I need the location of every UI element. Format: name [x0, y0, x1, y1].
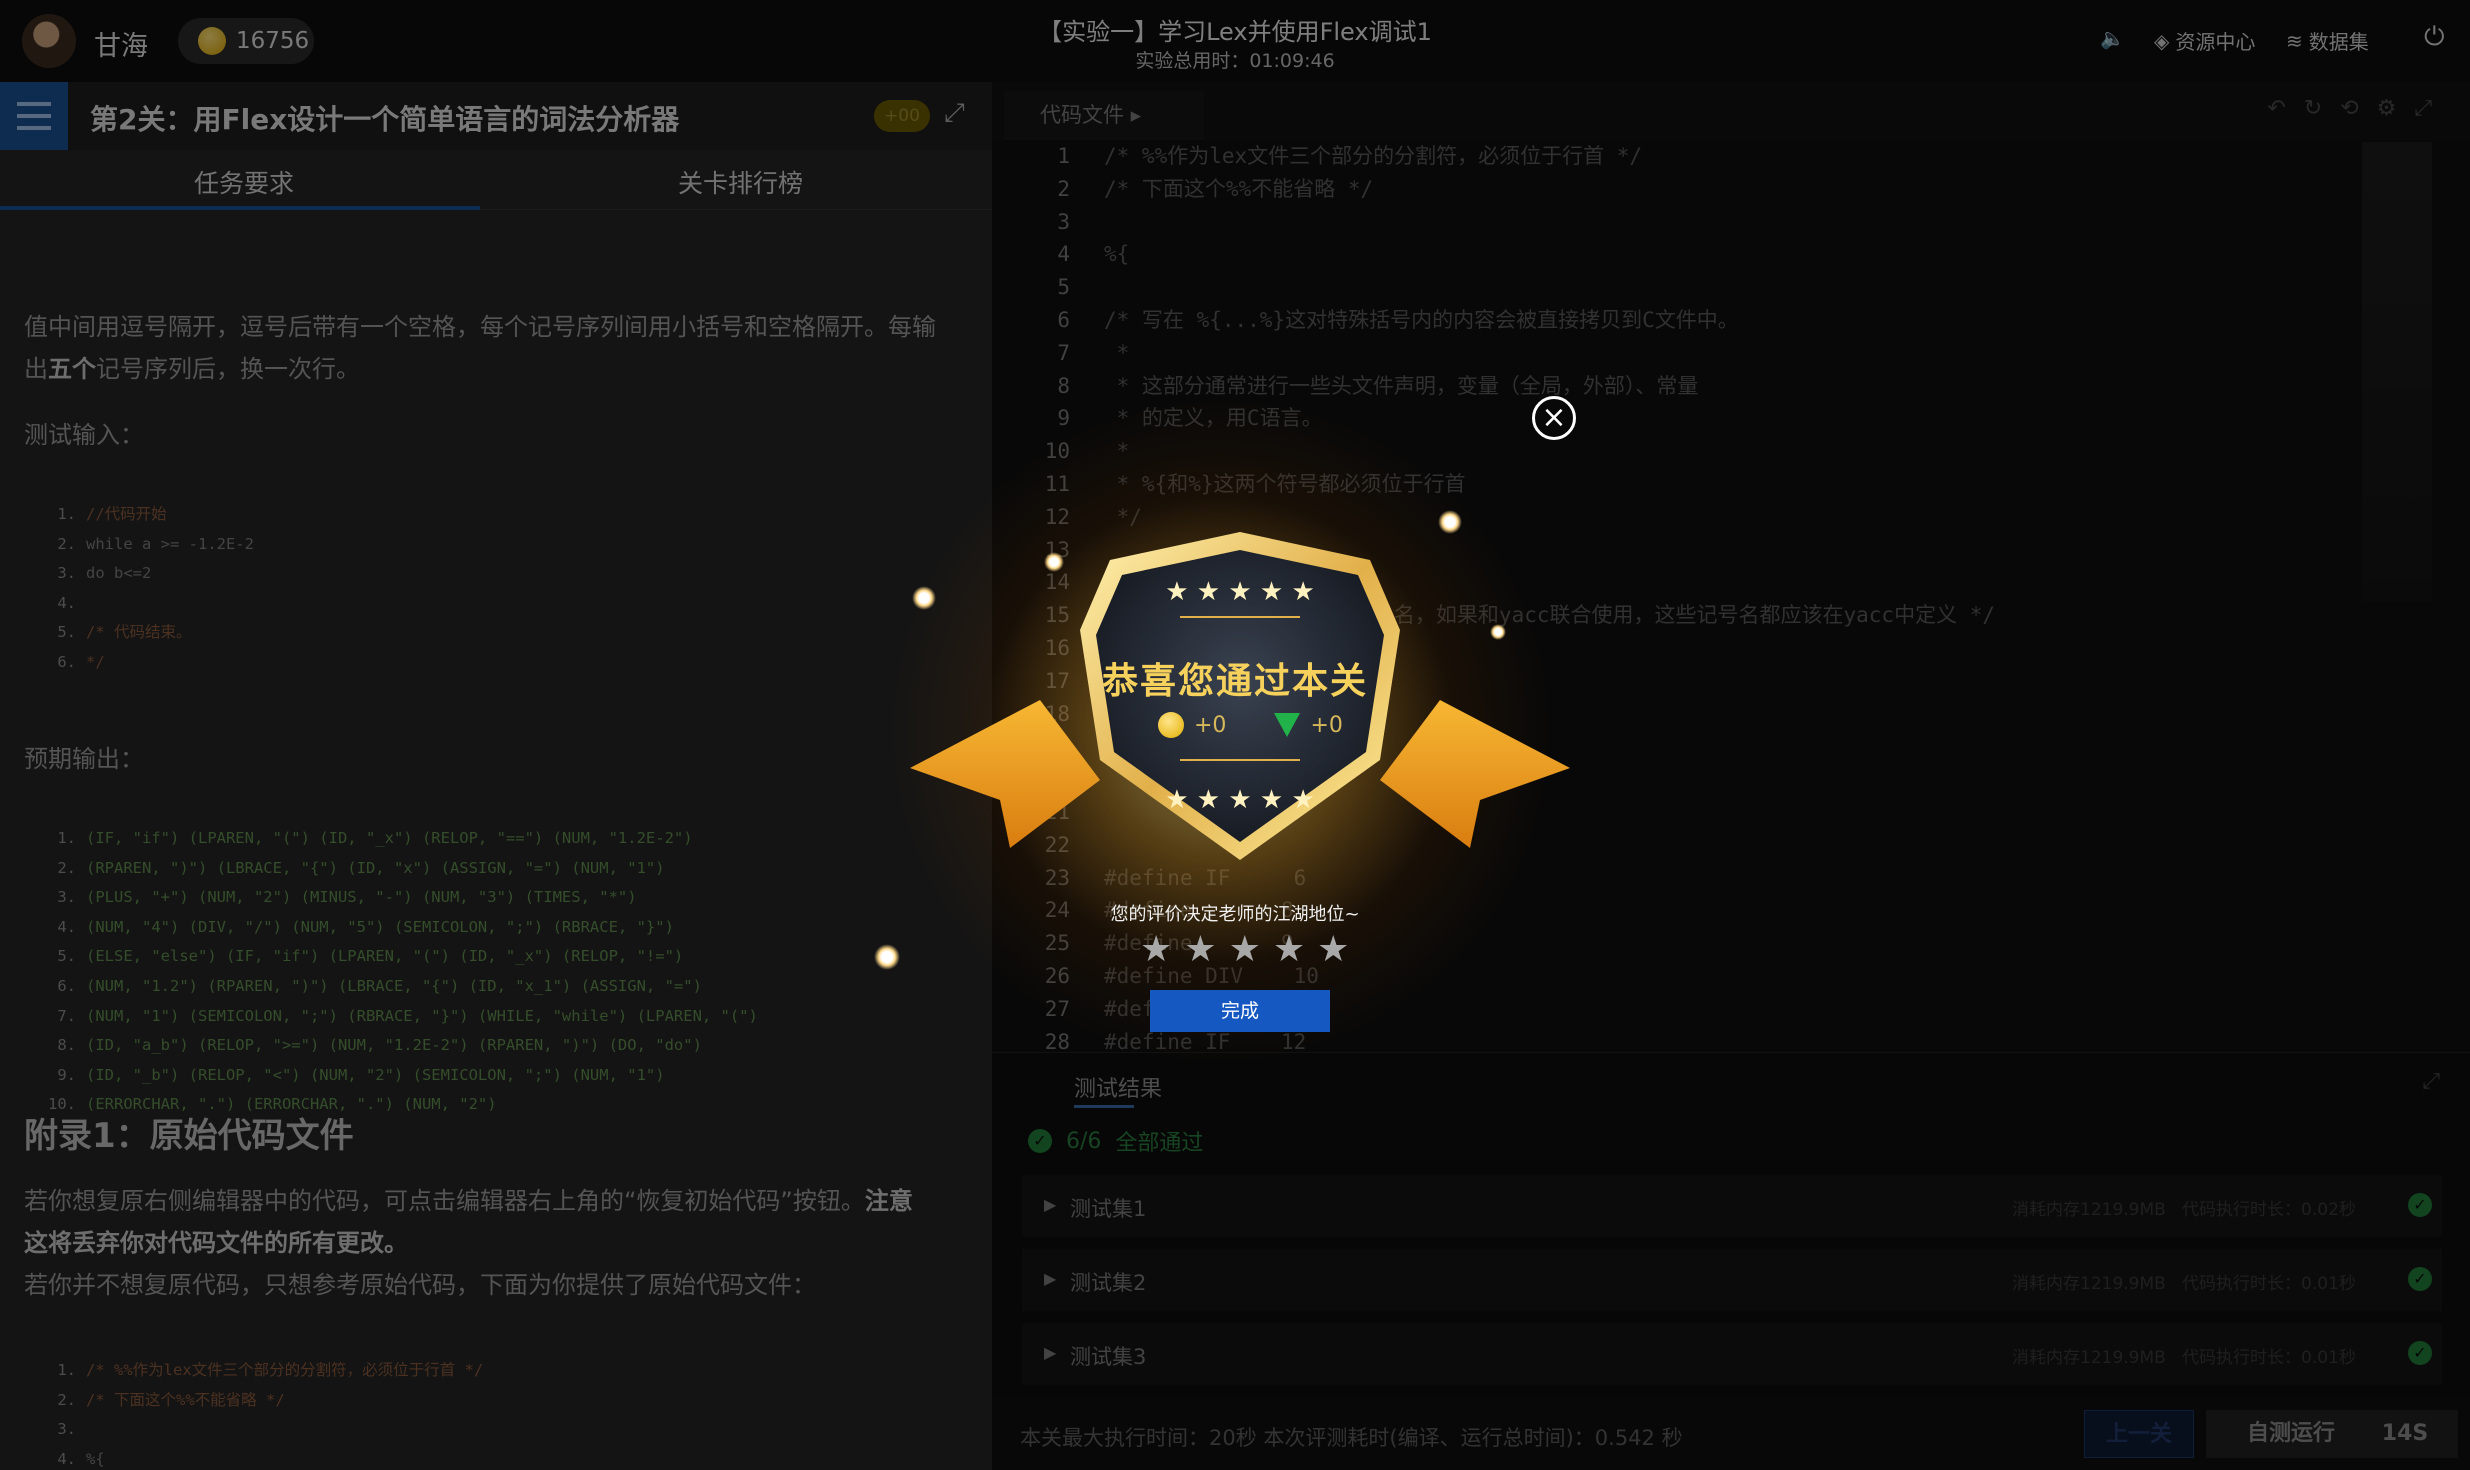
congrats-text: 恭喜您通过本关 — [1101, 661, 1368, 702]
svg-text:★ ★ ★ ★ ★: ★ ★ ★ ★ ★ — [1165, 577, 1315, 607]
left-ribbon — [910, 700, 1100, 848]
gem-icon — [1274, 713, 1301, 737]
sparkle — [874, 944, 900, 970]
star-icon[interactable]: ★ — [1229, 930, 1261, 970]
reward-row: +0 +0 — [1158, 712, 1343, 738]
done-button[interactable]: 完成 — [1150, 990, 1330, 1032]
star-icon[interactable]: ★ — [1273, 930, 1305, 970]
rating-stars[interactable]: ★ ★ ★ ★ ★ — [1140, 930, 1349, 970]
svg-text:★ ★ ★ ★ ★: ★ ★ ★ ★ ★ — [1165, 785, 1315, 815]
star-icon[interactable]: ★ — [1317, 930, 1349, 970]
right-ribbon — [1380, 700, 1570, 848]
rating-prompt: 您的评价决定老师的江湖地位~ — [1110, 904, 1360, 925]
close-icon[interactable]: × — [1532, 396, 1576, 440]
coin-icon — [1158, 712, 1184, 738]
star-icon[interactable]: ★ — [1184, 930, 1216, 970]
star-icon[interactable]: ★ — [1140, 930, 1172, 970]
app-root: 甘海 16756 【实验一】学习Lex并使用Flex调试1 实验总用时：01:0… — [0, 0, 2470, 1470]
